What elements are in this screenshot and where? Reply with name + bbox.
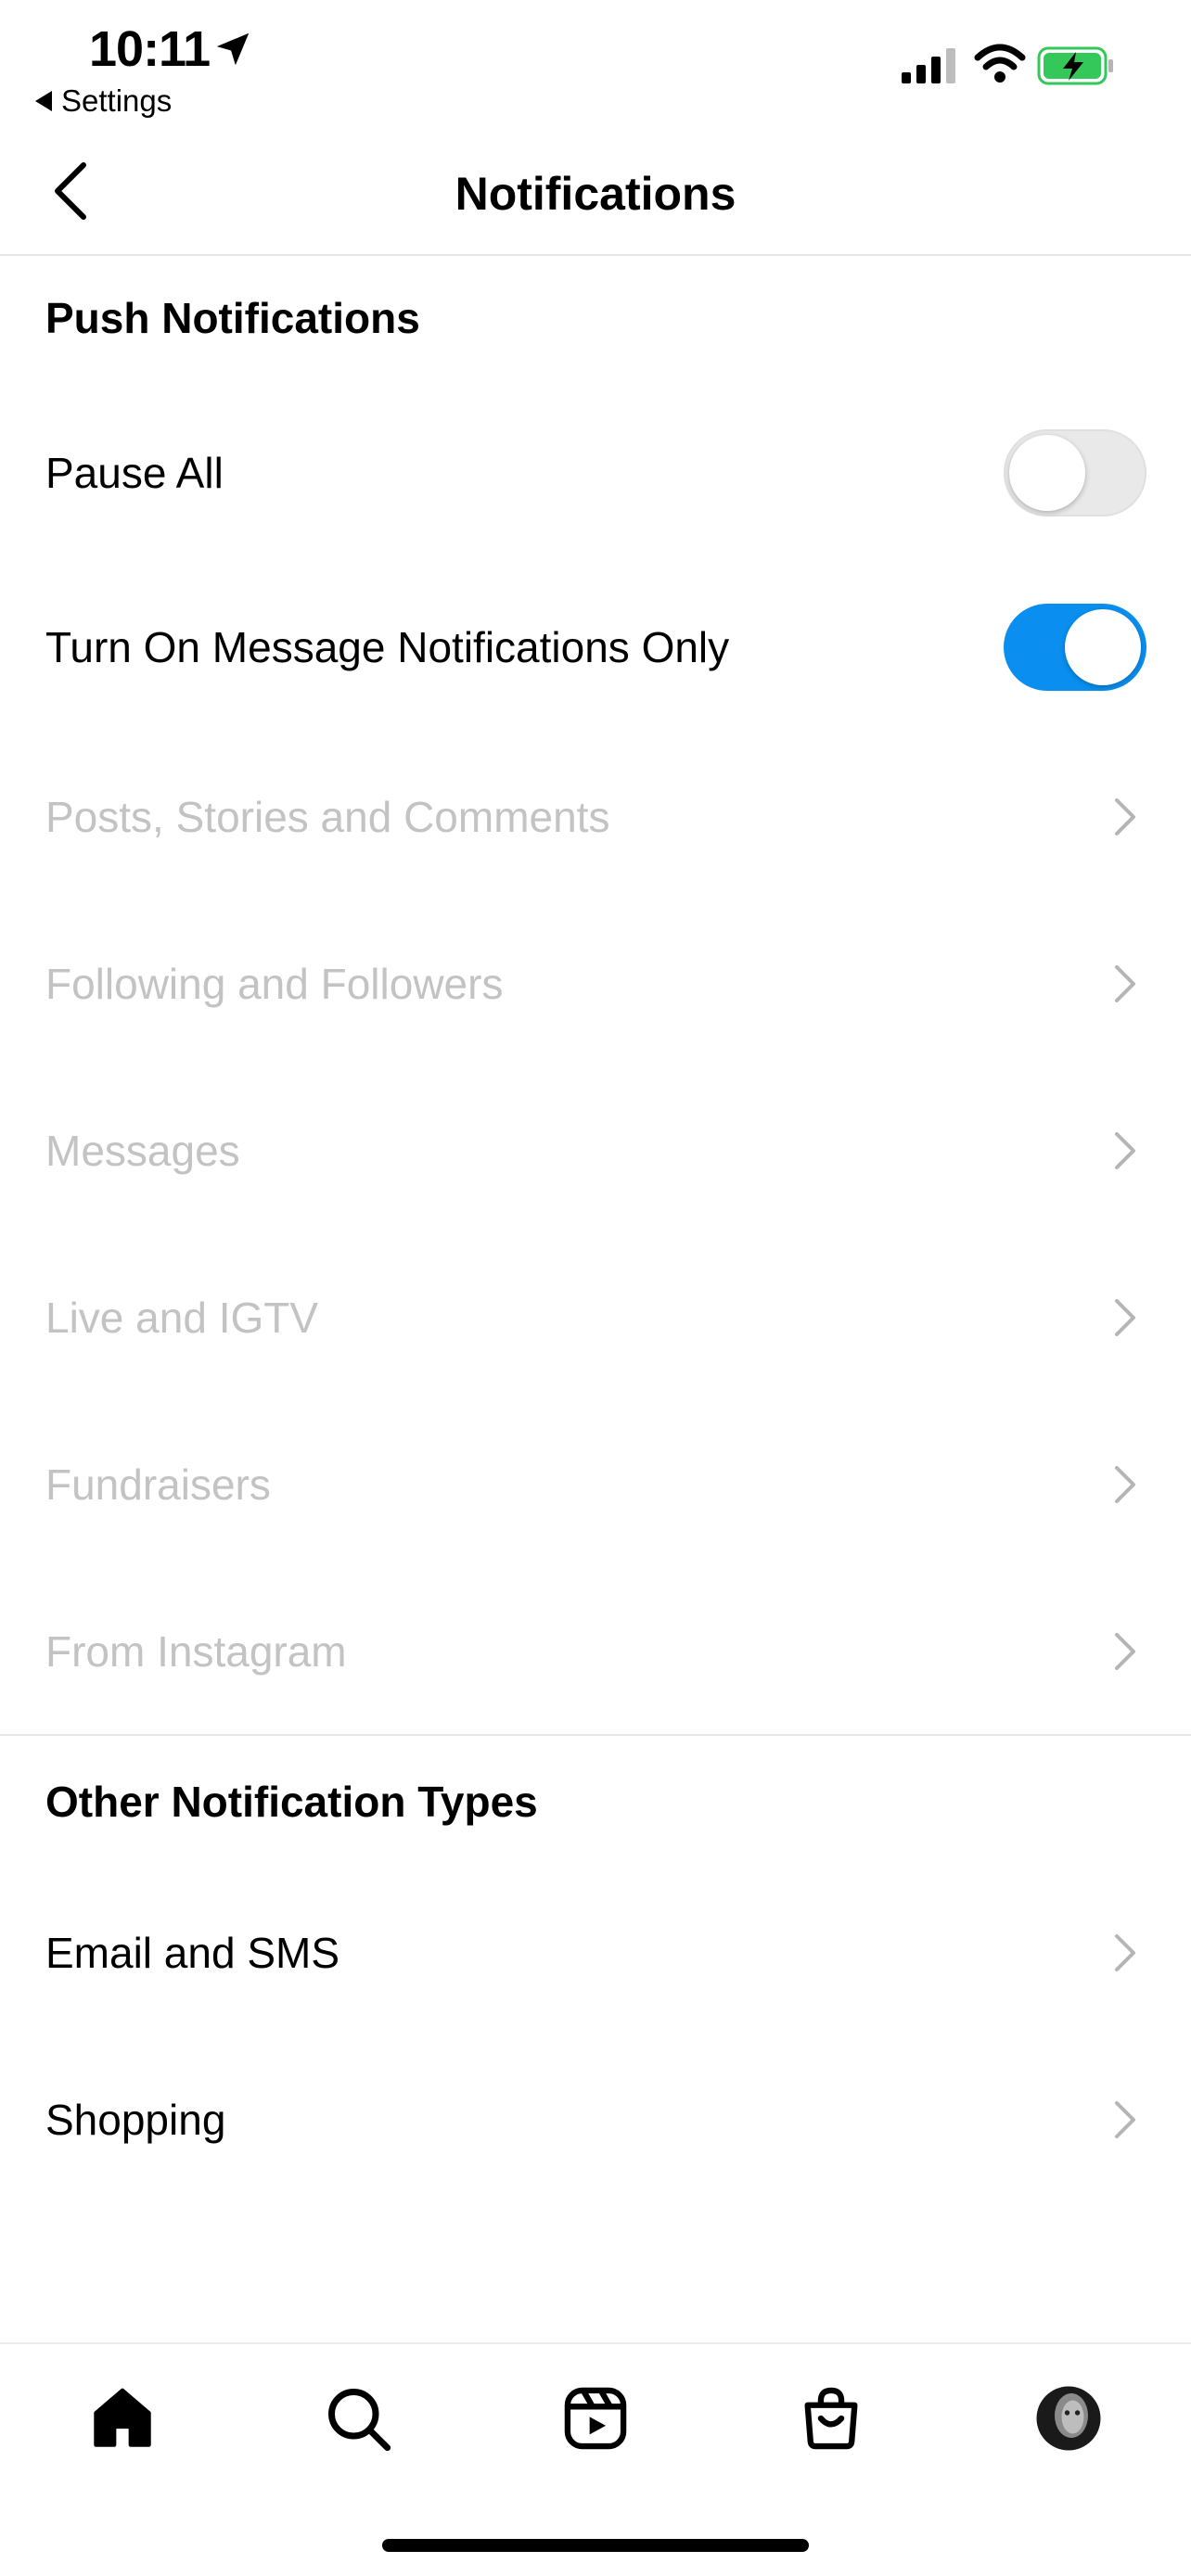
message-notifications-only-label: Turn On Message Notifications Only [45, 623, 730, 671]
list-item-fundraisers[interactable]: Fundraisers [0, 1401, 1191, 1568]
list-item-label: From Instagram [45, 1627, 347, 1676]
chevron-right-icon [1115, 965, 1135, 1002]
list-item-label: Email and SMS [45, 1929, 340, 1977]
pause-all-row: Pause All [0, 389, 1191, 556]
chevron-right-icon [1115, 2101, 1135, 2138]
list-item-shopping[interactable]: Shopping [0, 2036, 1191, 2203]
chevron-right-icon [1115, 1299, 1135, 1336]
list-item-messages[interactable]: Messages [0, 1067, 1191, 1234]
shop-icon [804, 2387, 858, 2450]
battery-charging-icon [1037, 46, 1113, 85]
list-item-from-instagram[interactable]: From Instagram [0, 1568, 1191, 1735]
back-triangle-icon [35, 91, 52, 111]
home-indicator [382, 2539, 809, 2552]
list-item-live-igtv[interactable]: Live and IGTV [0, 1234, 1191, 1401]
bottom-tab-bar [0, 2342, 1191, 2485]
status-time: 10:11 [89, 21, 211, 77]
message-notifications-only-row: Turn On Message Notifications Only [0, 564, 1191, 731]
chevron-right-icon [1115, 1633, 1135, 1670]
list-item-label: Following and Followers [45, 960, 504, 1008]
toggle-knob [1065, 609, 1141, 685]
back-app-label: Settings [61, 83, 173, 118]
page-title: Notifications [455, 168, 736, 220]
tab-profile[interactable] [1031, 2381, 1106, 2455]
chevron-right-icon [1115, 1132, 1135, 1169]
push-notifications-heading: Push Notifications [45, 294, 420, 342]
reels-icon [564, 2387, 627, 2450]
chevron-right-icon [1115, 1466, 1135, 1503]
section-divider [0, 1734, 1191, 1736]
list-item-following-followers[interactable]: Following and Followers [0, 900, 1191, 1067]
wifi-icon [974, 44, 1026, 83]
list-item-label: Shopping [45, 2096, 226, 2144]
search-icon [328, 2389, 391, 2452]
message-notifications-only-toggle[interactable] [1004, 604, 1146, 691]
tab-reels[interactable] [558, 2381, 633, 2455]
list-item-posts-stories-comments[interactable]: Posts, Stories and Comments [0, 733, 1191, 900]
tab-search[interactable] [321, 2381, 395, 2455]
other-notification-types-heading: Other Notification Types [45, 1778, 538, 1826]
tab-home[interactable] [85, 2381, 160, 2455]
navigation-header: Notifications [0, 130, 1191, 256]
cellular-signal-icon [902, 48, 955, 83]
list-item-label: Fundraisers [45, 1460, 271, 1509]
pause-all-toggle[interactable] [1004, 429, 1146, 516]
list-item-email-sms[interactable]: Email and SMS [0, 1869, 1191, 2036]
location-arrow-icon [216, 32, 250, 66]
list-item-label: Posts, Stories and Comments [45, 793, 610, 841]
pause-all-label: Pause All [45, 449, 224, 497]
chevron-right-icon [1115, 798, 1135, 835]
back-to-settings-link[interactable]: Settings [35, 83, 172, 119]
status-bar: 10:11 Settings [0, 0, 1191, 130]
home-icon [94, 2388, 151, 2447]
toggle-knob [1009, 435, 1085, 511]
tab-shop[interactable] [794, 2381, 868, 2455]
chevron-right-icon [1115, 1934, 1135, 1971]
profile-avatar [1036, 2386, 1101, 2451]
list-item-label: Live and IGTV [45, 1294, 319, 1342]
list-item-label: Messages [45, 1127, 240, 1175]
